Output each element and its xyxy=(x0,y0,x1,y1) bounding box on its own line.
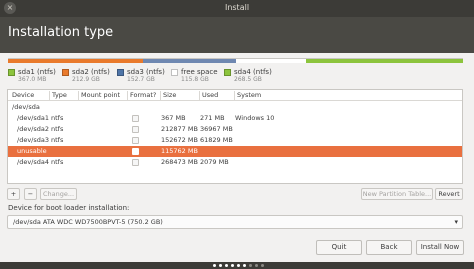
window-title: Install xyxy=(224,3,250,12)
cell-device: /dev/sda xyxy=(12,103,40,111)
cell-type: ntfs xyxy=(51,114,64,122)
cell-used: 36967 MB xyxy=(200,125,233,133)
back-button[interactable]: Back xyxy=(366,240,412,255)
legend-swatch xyxy=(62,69,69,76)
legend-size: 212.9 GB xyxy=(72,76,100,83)
column-header-type[interactable]: Type xyxy=(49,91,77,100)
format-checkbox[interactable] xyxy=(132,159,139,166)
legend-size: 367.0 MB xyxy=(18,76,47,83)
partition-bar xyxy=(8,58,463,63)
window-titlebar: × Install xyxy=(0,0,474,17)
table-row[interactable]: unusable 115762 MB xyxy=(8,146,462,157)
partition-bar-segment xyxy=(306,59,463,63)
column-header-mount-point[interactable]: Mount point xyxy=(78,91,126,100)
cell-size: 367 MB xyxy=(161,114,186,122)
bootloader-device-value: /dev/sda ATA WDC WD7500BPVT-5 (750.2 GB) xyxy=(13,218,163,226)
quit-button[interactable]: Quit xyxy=(316,240,362,255)
bootloader-label: Device for boot loader installation: xyxy=(8,204,130,212)
install-now-button[interactable]: Install Now xyxy=(416,240,464,255)
progress-dot xyxy=(261,264,264,267)
table-row[interactable]: /dev/sda xyxy=(8,102,462,113)
table-row[interactable]: /dev/sda2 ntfs 212877 MB 36967 MB xyxy=(8,124,462,135)
table-header: Device Type Mount point Format? Size Use… xyxy=(8,90,462,101)
progress-dot xyxy=(249,264,252,267)
cell-device: /dev/sda3 xyxy=(17,136,49,144)
table-row[interactable]: /dev/sda4 ntfs 268473 MB 2079 MB xyxy=(8,157,462,168)
table-row[interactable]: /dev/sda1 ntfs 367 MB 271 MB Windows 10 xyxy=(8,113,462,124)
partition-toolbar: + − Change... New Partition Table... Rev… xyxy=(7,188,463,201)
cell-system: Windows 10 xyxy=(235,114,275,122)
cell-used: 271 MB xyxy=(200,114,225,122)
cell-device: /dev/sda4 xyxy=(17,158,49,166)
install-progress-dots xyxy=(0,262,474,269)
legend-swatch xyxy=(8,69,15,76)
progress-dot xyxy=(219,264,222,267)
partition-bar-segment xyxy=(143,59,236,63)
partition-bar-segment xyxy=(235,59,306,63)
cell-device: /dev/sda2 xyxy=(17,125,49,133)
table-row[interactable]: /dev/sda3 ntfs 152672 MB 61829 MB xyxy=(8,135,462,146)
legend-size: 268.5 GB xyxy=(234,76,262,83)
change-partition-button[interactable]: Change... xyxy=(40,188,77,200)
cell-size: 212877 MB xyxy=(161,125,198,133)
page-header: Installation type xyxy=(0,17,474,53)
cell-size: 268473 MB xyxy=(161,158,198,166)
new-partition-table-button[interactable]: New Partition Table... xyxy=(361,188,433,200)
page-title: Installation type xyxy=(8,25,114,40)
cell-type: ntfs xyxy=(51,136,64,144)
cell-type: ntfs xyxy=(51,125,64,133)
cell-device: unusable xyxy=(17,147,47,155)
column-header-size[interactable]: Size xyxy=(160,91,198,100)
column-header-format[interactable]: Format? xyxy=(127,91,159,100)
cell-used: 2079 MB xyxy=(200,158,229,166)
partition-legend: sda1 (ntfs) 367.0 MB sda2 (ntfs) 212.9 GB sd… xyxy=(8,67,468,87)
bootloader-device-select[interactable]: /dev/sda ATA WDC WD7500BPVT-5 (750.2 GB)… xyxy=(7,215,463,229)
revert-button[interactable]: Revert xyxy=(435,188,463,200)
progress-dot xyxy=(243,264,246,267)
remove-partition-button[interactable]: − xyxy=(24,188,37,200)
progress-dot xyxy=(237,264,240,267)
format-checkbox[interactable] xyxy=(132,137,139,144)
column-header-device[interactable]: Device xyxy=(10,91,50,100)
chevron-down-icon: ▾ xyxy=(454,218,458,226)
cell-type: ntfs xyxy=(51,158,64,166)
cell-size: 152672 MB xyxy=(161,136,198,144)
format-checkbox[interactable] xyxy=(132,148,139,155)
cell-size: 115762 MB xyxy=(161,147,198,155)
cell-device: /dev/sda1 xyxy=(17,114,49,122)
partition-bar-segment xyxy=(13,59,144,63)
format-checkbox[interactable] xyxy=(132,115,139,122)
legend-size: 152.7 GB xyxy=(127,76,155,83)
format-checkbox[interactable] xyxy=(132,126,139,133)
column-header-used[interactable]: Used xyxy=(199,91,233,100)
partition-table: Device Type Mount point Format? Size Use… xyxy=(7,89,463,184)
cell-used: 61829 MB xyxy=(200,136,233,144)
add-partition-button[interactable]: + xyxy=(7,188,20,200)
progress-dot xyxy=(255,264,258,267)
legend-swatch xyxy=(171,69,178,76)
legend-swatch xyxy=(224,69,231,76)
progress-dot xyxy=(213,264,216,267)
progress-dot xyxy=(225,264,228,267)
column-header-system[interactable]: System xyxy=(234,91,294,100)
legend-size: 115.8 GB xyxy=(181,76,209,83)
legend-swatch xyxy=(117,69,124,76)
progress-dot xyxy=(231,264,234,267)
